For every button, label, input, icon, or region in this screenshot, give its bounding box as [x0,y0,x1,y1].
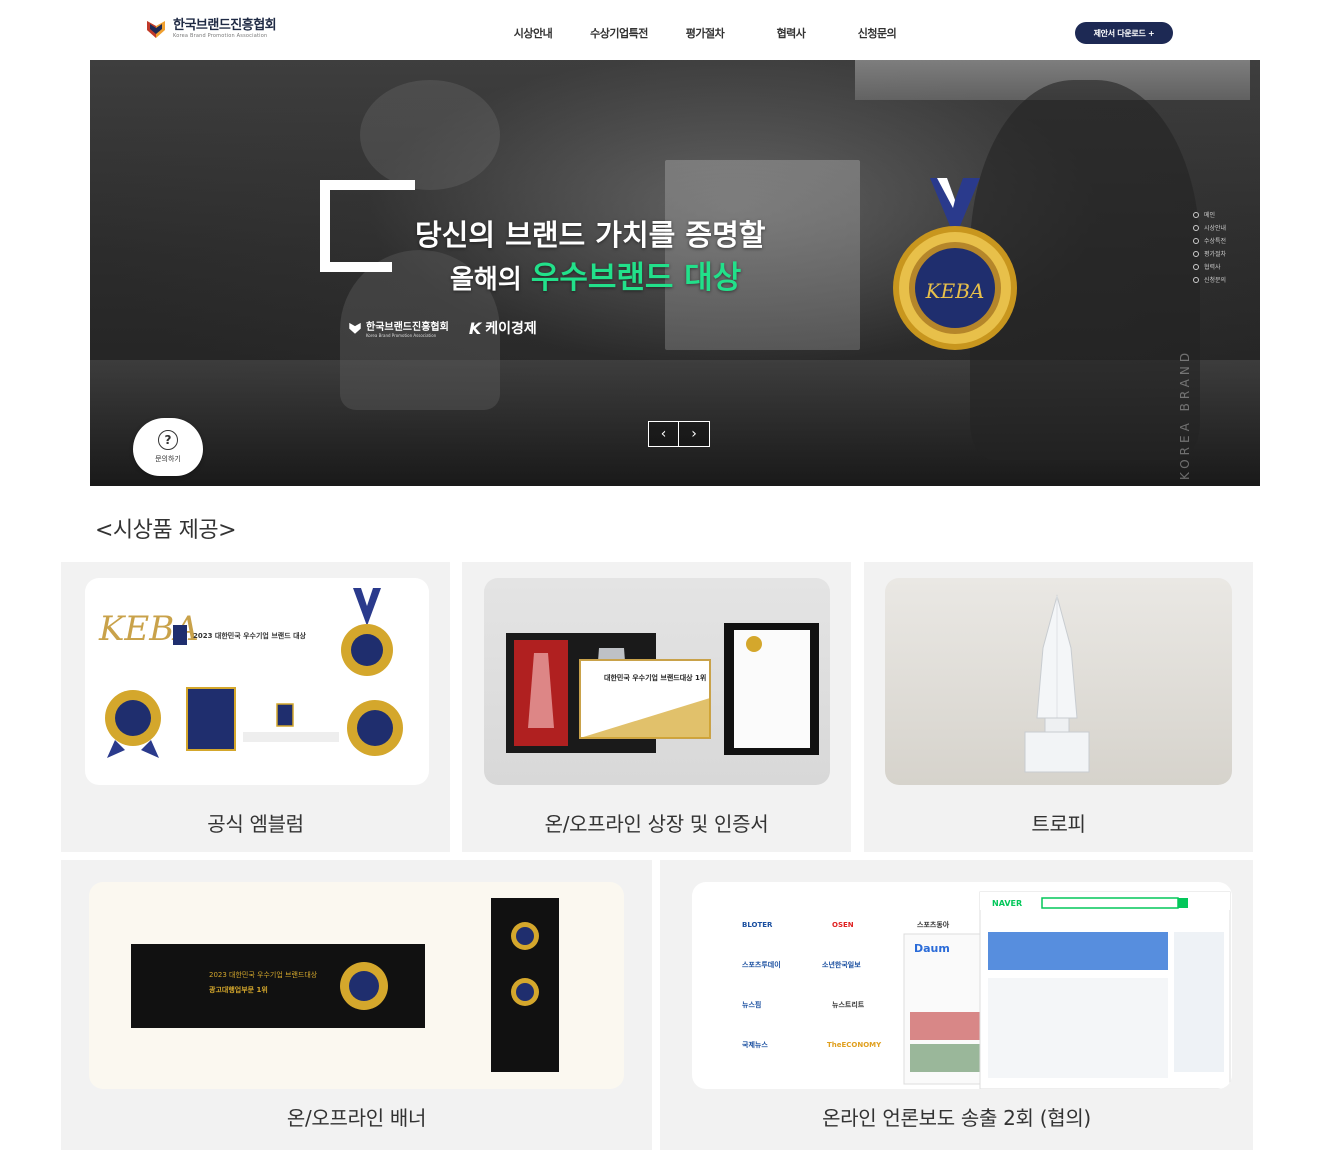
hero-bg-person [360,80,500,190]
keconomy-logo-icon: K [468,318,482,338]
press-outlet: OSEN [832,921,854,929]
logo-icon [145,18,167,40]
hero-partner1-sub: Korea Brand Promotion Association [366,333,437,338]
side-menu-item[interactable]: 신청문의 [1193,275,1226,284]
press-outlet: 스포츠동아 [917,920,950,929]
certificate-image: 대한민국 우수기업 브랜드대상 1위 [484,578,830,785]
hero-title-line2: 올해의 우수브랜드 대상 [450,252,741,297]
kbpa-logo-icon [349,322,361,334]
banner-image: 2023 대한민국 우수기업 브랜드대상 광고대행업부문 1위 [89,882,624,1089]
slider-controls: ‹ › [648,421,710,447]
press-outlet: 스포츠투데이 [742,960,781,969]
card-label: 트로피 [1031,812,1086,836]
logo-title: 한국브랜드진흥협회 [173,18,277,33]
certificate-text: 대한민국 우수기업 브랜드대상 1위 [604,673,706,682]
portal-naver-text: NAVER [992,899,1022,908]
nav-item-apply[interactable]: 신청문의 [834,25,920,41]
card-label: 공식 엠블럼 [207,812,304,836]
prize-card-trophy[interactable]: 트로피 [864,562,1253,852]
press-outlet: 국제뉴스 [742,1040,768,1049]
banner-rank-text: 광고대행업부문 1위 [209,985,268,994]
hero-title-highlight: 우수브랜드 대상 [530,260,742,296]
hero-side-menu: 메인 시상안내 수상특전 평가절차 협력사 신청문의 [1193,210,1226,284]
press-image: BLOTER OSEN 스포츠동아 스포츠투데이 소년한국일보 뉴스핌 뉴스트리… [692,882,1232,1089]
hero-partner-keconomy: K 케이경제 [469,318,537,338]
nav-item-benefits[interactable]: 수상기업특전 [576,25,662,41]
press-outlet: 뉴스트리트 [832,1000,865,1009]
hero-banner: 당신의 브랜드 가치를 증명할 올해의 우수브랜드 대상 한국브랜드진흥협회 K… [90,60,1260,486]
portal-daum-text: Daum [914,942,950,955]
banner-title-text: 2023 대한민국 우수기업 브랜드대상 [209,970,318,979]
prize-card-banner[interactable]: 2023 대한민국 우수기업 브랜드대상 광고대행업부문 1위 온/오프라인 배… [61,860,652,1150]
section-title: <시상품 제공> [95,518,237,543]
press-outlet: BLOTER [742,921,773,929]
side-menu-item[interactable]: 평가절차 [1193,249,1226,258]
nav-item-evaluation[interactable]: 평가절차 [662,25,748,41]
hero-title-prefix: 올해의 [450,265,531,295]
logo[interactable]: 한국브랜드진흥협회 Korea Brand Promotion Associat… [145,18,277,40]
medal-text: KEBA [925,279,985,303]
side-menu-item[interactable]: 수상특전 [1193,236,1226,245]
hero-partner1-name: 한국브랜드진흥협회 [366,322,449,333]
hero-partner2-name: 케이경제 [485,321,537,337]
prize-card-emblem[interactable]: KEBA 2023 대한민국 우수기업 브랜드 대상 공식 엠블럼 [61,562,450,852]
card-label: 온/오프라인 배너 [286,1106,427,1130]
inquiry-label: 문의하기 [155,455,181,463]
card-label: 온/오프라인 상장 및 인증서 [544,812,769,836]
hero-bracket-decoration [320,180,415,272]
press-outlet: TheECONOMY [827,1041,882,1049]
slider-next-button[interactable]: › [679,421,710,447]
press-outlet: 소년한국일보 [822,960,861,969]
trophy-image [885,578,1232,785]
site-header: 한국브랜드진흥협회 Korea Brand Promotion Associat… [90,0,1260,60]
emblem-image: KEBA 2023 대한민국 우수기업 브랜드 대상 [85,578,429,785]
side-menu-item[interactable]: 협력사 [1193,262,1226,271]
hero-title-line1: 당신의 브랜드 가치를 증명할 [415,218,766,252]
hero-partner-logos: 한국브랜드진흥협회 Korea Brand Promotion Associat… [348,318,537,338]
press-outlet: 뉴스핌 [742,1000,761,1009]
nav-item-awards-info[interactable]: 시상안내 [490,25,576,41]
question-icon: ? [158,430,178,450]
hero-partner-kbpa: 한국브랜드진흥협회 Korea Brand Promotion Associat… [348,318,449,338]
hero-bracket-decoration [320,262,392,272]
prize-card-certificate[interactable]: 대한민국 우수기업 브랜드대상 1위 온/오프라인 상장 및 인증서 [462,562,851,852]
main-nav: 시상안내 수상기업특전 평가절차 협력사 신청문의 [490,25,920,41]
hero-vertical-text: KOREA BRAND [1178,348,1192,480]
emblem-banner-text: 2023 대한민국 우수기업 브랜드 대상 [193,631,307,640]
logo-subtitle: Korea Brand Promotion Association [173,33,268,39]
card-label: 온라인 언론보도 송출 2회 (협의) [822,1106,1091,1130]
slider-prev-button[interactable]: ‹ [648,421,679,447]
side-menu-item[interactable]: 시상안내 [1193,223,1226,232]
proposal-download-button[interactable]: 제안서 다운로드 + [1075,22,1173,44]
prize-card-press[interactable]: BLOTER OSEN 스포츠동아 스포츠투데이 소년한국일보 뉴스핌 뉴스트리… [660,860,1253,1150]
inquiry-button[interactable]: ? 문의하기 [133,418,203,476]
award-medal-icon: KEBA [875,178,1035,357]
nav-item-partners[interactable]: 협력사 [748,25,834,41]
side-menu-item[interactable]: 메인 [1193,210,1226,219]
